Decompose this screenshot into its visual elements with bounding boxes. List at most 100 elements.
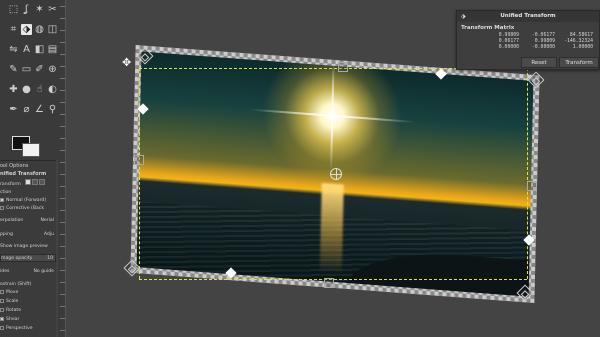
checkbox-icon — [0, 289, 4, 294]
path-icon[interactable]: ✒ — [8, 104, 19, 115]
selection-mode-icon[interactable] — [32, 179, 39, 185]
flip-icon[interactable]: ⇋ — [8, 44, 19, 55]
tool-options-title: nified Transform — [0, 171, 47, 177]
show-image-label: Show image preview — [0, 244, 48, 249]
ruler-tick — [60, 42, 65, 43]
scale-handle-top[interactable] — [338, 62, 348, 72]
image-opacity-slider[interactable]: mage opacity 10 — [0, 254, 56, 262]
dialog-title: Unified Transform — [500, 13, 556, 19]
transform-mode-row: ransform — [0, 179, 56, 187]
scale-handle-bottom[interactable] — [324, 278, 334, 288]
checkbox-icon — [0, 298, 4, 303]
gradient-icon[interactable]: ▤ — [47, 44, 58, 55]
fuzzy-select-icon[interactable]: ✶ — [34, 4, 45, 15]
matrix-cell: 1.00000 — [572, 45, 593, 50]
dialog-titlebar[interactable]: ⬗ Unified Transform — [457, 11, 599, 22]
constrain-perspective-checkbox[interactable]: Perspective — [0, 325, 56, 333]
transform-button[interactable]: Transform — [559, 57, 599, 68]
ruler-tick — [60, 66, 65, 67]
scissors-icon[interactable]: ✂ — [47, 4, 58, 15]
constrain-shear-checkbox[interactable]: Shear — [0, 316, 56, 324]
corrective-label: Corrective (Back — [6, 206, 44, 211]
dodge-icon[interactable]: ◐ — [47, 84, 58, 95]
bucket-icon[interactable]: ◧ — [34, 44, 45, 55]
transform-tool-icon: ⬗ — [461, 13, 466, 20]
ruler-tick — [60, 222, 65, 223]
radio-icon — [0, 197, 4, 202]
ruler-tick — [60, 258, 65, 259]
direction-label: ction — [0, 190, 12, 195]
matrix-row: 0.00000 -0.00000 1.00000 — [485, 45, 597, 51]
guides-select[interactable]: No guide — [33, 268, 54, 276]
constrain-move-checkbox[interactable]: Move — [0, 289, 56, 297]
crop-icon[interactable]: ⌗ — [8, 24, 19, 35]
background-color[interactable] — [22, 143, 40, 157]
ruler-tick — [60, 162, 65, 163]
interpolation-label: erpolation — [0, 218, 24, 223]
ruler-tick — [60, 186, 65, 187]
normal-label: Normal (Forward) — [6, 198, 47, 203]
airbrush-icon[interactable]: ✐ — [34, 64, 45, 75]
color-picker-icon[interactable]: ⌀ — [21, 104, 32, 115]
pivot-handle-icon[interactable] — [330, 168, 342, 180]
transform-matrix: 0.99809 -0.06177 84.58617 0.06177 0.99809 -14… — [485, 33, 597, 51]
scale-handle-left[interactable] — [134, 155, 144, 165]
interpolation-select[interactable]: Nerial — [40, 217, 54, 225]
direction-corrective-option[interactable]: Corrective (Back — [0, 205, 56, 213]
ruler-tick — [60, 246, 65, 247]
ruler-tick — [60, 90, 65, 91]
move-label: Move — [6, 290, 19, 295]
eraser-icon[interactable]: ▭ — [21, 64, 32, 75]
text-icon[interactable]: A — [21, 44, 32, 55]
ruler-tick — [60, 330, 65, 331]
ruler-tick — [60, 210, 65, 211]
ruler-tick — [60, 78, 65, 79]
path-mode-icon[interactable] — [39, 179, 46, 185]
shear-label: Shear — [6, 317, 20, 322]
clipping-row[interactable]: pping Adju — [0, 231, 56, 239]
paintbrush-icon[interactable]: ✎ — [8, 64, 19, 75]
ruler-tick — [60, 54, 65, 55]
interpolation-row[interactable]: erpolation Nerial — [0, 217, 56, 225]
layer-mode-icon[interactable] — [25, 179, 32, 185]
smudge-icon[interactable]: ☝ — [34, 84, 45, 95]
ruler-tick — [60, 6, 65, 7]
unified-transform-icon[interactable]: ⬗ — [21, 24, 32, 35]
clone-icon[interactable]: ⊕ — [47, 64, 58, 75]
blur-icon[interactable]: ● — [21, 84, 32, 95]
rect-select-icon[interactable]: ⬚ — [8, 4, 19, 15]
heal-icon[interactable]: ✚ — [8, 84, 19, 95]
opacity-label: mage opacity — [1, 256, 33, 261]
ruler-tick — [60, 114, 65, 115]
vertical-ruler[interactable] — [58, 0, 66, 337]
reset-button[interactable]: Reset — [521, 57, 557, 68]
ruler-tick — [60, 234, 65, 235]
ruler-tick — [60, 282, 65, 283]
gimp-window: ⬚ ʆ ✶ ✂ ⌗ ⬗ ◍ ◫ ⇋ A ◧ ▤ ✎ ▭ ✐ ⊕ ✚ ● ☝ ◐ ✒ ⌀ ∠ ⚲ ool Options nif… — [0, 0, 600, 337]
constrain-scale-checkbox[interactable]: Scale — [0, 298, 56, 306]
warp-icon[interactable]: ◍ — [34, 24, 45, 35]
lasso-icon[interactable]: ʆ — [21, 4, 32, 15]
ruler-tick — [60, 174, 65, 175]
guides-row[interactable]: ides No guide — [0, 268, 56, 276]
direction-normal-option[interactable]: Normal (Forward) — [0, 197, 56, 205]
color-swatches[interactable] — [8, 136, 48, 160]
radio-icon — [0, 205, 4, 210]
ruler-tick — [60, 30, 65, 31]
rotate-label: Rotate — [6, 308, 22, 313]
tool-options-tab[interactable]: ool Options — [0, 163, 28, 169]
constrain-rotate-checkbox[interactable]: Rotate — [0, 307, 56, 315]
show-image-preview-checkbox[interactable]: Show image preview — [0, 243, 56, 251]
cage-icon[interactable]: ◫ — [47, 24, 58, 35]
matrix-cell: -0.00000 — [531, 45, 555, 50]
ruler-tick — [60, 102, 65, 103]
zoom-icon[interactable]: ⚲ — [47, 104, 58, 115]
ruler-tick — [60, 138, 65, 139]
scale-handle-right[interactable] — [527, 181, 537, 191]
clipping-select[interactable]: Adju — [44, 231, 54, 239]
sun-reflection — [319, 183, 344, 275]
guides-label: ides — [0, 269, 10, 274]
scale-label: Scale — [6, 299, 19, 304]
selection-edge-right — [527, 68, 528, 279]
measure-icon[interactable]: ∠ — [34, 104, 45, 115]
